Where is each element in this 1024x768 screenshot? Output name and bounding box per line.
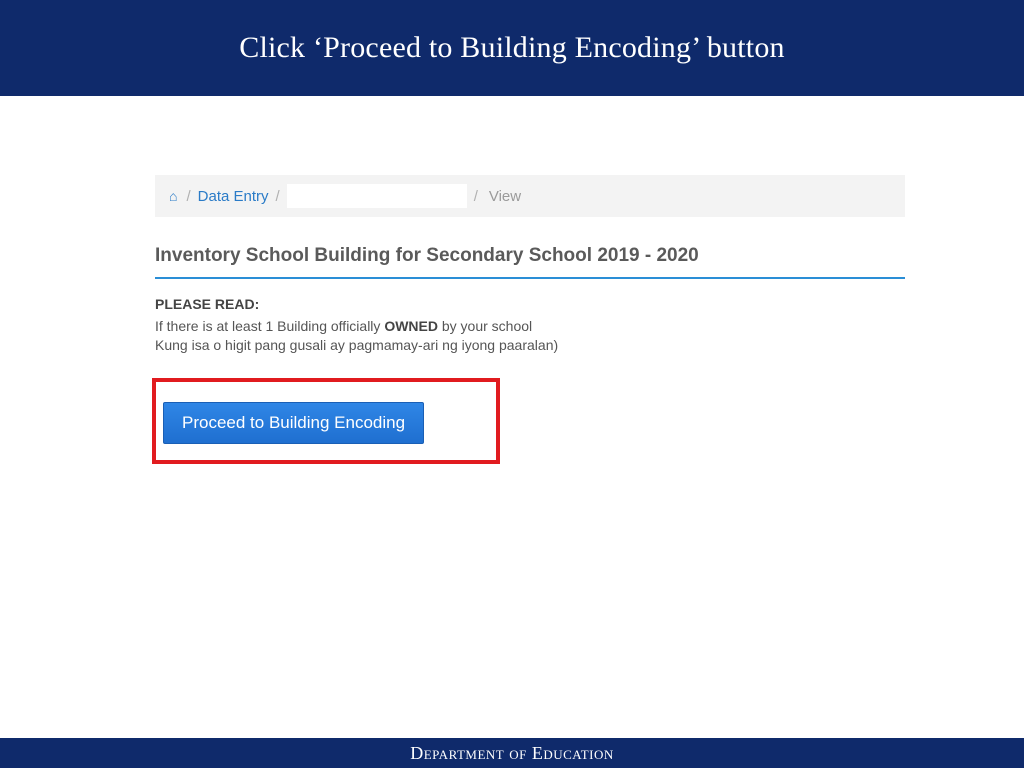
note-line2: Kung isa o higit pang gusali ay pagmamay…: [155, 337, 558, 353]
page-heading: Inventory School Building for Secondary …: [155, 245, 905, 267]
breadcrumb-separator: /: [276, 188, 280, 205]
note-owned: OWNED: [384, 318, 438, 334]
proceed-button[interactable]: Proceed to Building Encoding: [163, 402, 424, 444]
breadcrumb-data-entry[interactable]: Data Entry: [198, 188, 269, 205]
breadcrumb: ⌂ / Data Entry / / View: [155, 175, 905, 217]
note-line1c: by your school: [438, 318, 532, 334]
breadcrumb-view: View: [489, 188, 521, 205]
note-label: PLEASE READ:: [155, 295, 905, 315]
heading-rule: [155, 277, 905, 279]
slide: Click ‘Proceed to Building Encoding’ but…: [0, 0, 1024, 768]
slide-title: Click ‘Proceed to Building Encoding’ but…: [239, 31, 784, 65]
instruction-note: PLEASE READ: If there is at least 1 Buil…: [155, 295, 905, 356]
breadcrumb-separator: /: [186, 188, 190, 205]
content-area: ⌂ / Data Entry / / View Inventory School…: [155, 175, 905, 356]
home-icon[interactable]: ⌂: [169, 188, 177, 204]
breadcrumb-blank: [287, 184, 467, 208]
note-line1a: If there is at least 1 Building official…: [155, 318, 384, 334]
footer-bar: Department of Education: [0, 738, 1024, 768]
title-bar: Click ‘Proceed to Building Encoding’ but…: [0, 0, 1024, 96]
footer-text: Department of Education: [410, 743, 614, 764]
breadcrumb-separator: /: [474, 188, 478, 205]
